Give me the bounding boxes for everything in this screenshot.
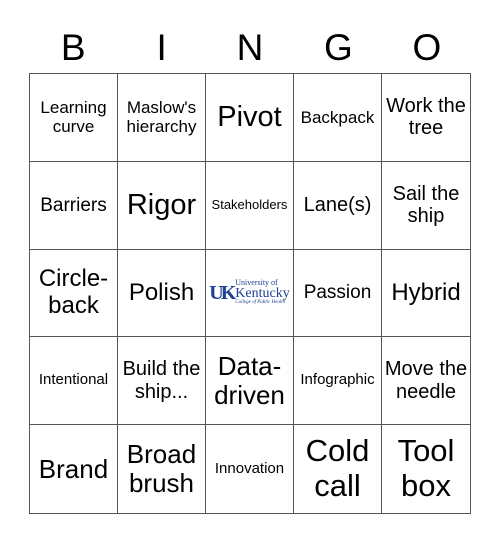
bingo-cell[interactable]: Polish <box>118 249 206 338</box>
bingo-cell[interactable]: Pivot <box>206 74 294 162</box>
bingo-cell[interactable]: Intentional <box>30 337 118 426</box>
header-letter-i: I <box>156 27 167 68</box>
header-letter-n: N <box>236 27 264 68</box>
bingo-cell[interactable]: Build the ship... <box>118 337 206 426</box>
bingo-cell[interactable]: Innovation <box>206 425 294 513</box>
bingo-header: B I N G O <box>29 26 471 70</box>
bingo-cell[interactable]: Broad brush <box>118 425 206 513</box>
bingo-cell[interactable]: Maslow's hierarchy <box>118 74 206 162</box>
bingo-cell[interactable]: Cold call <box>294 425 382 513</box>
bingo-cell[interactable]: Tool box <box>382 425 470 513</box>
bingo-cell[interactable]: Stakeholders <box>206 161 294 250</box>
bingo-cell[interactable]: Circle-back <box>30 249 118 338</box>
free-space[interactable]: UK University of Kentucky College of Pub… <box>206 249 294 338</box>
header-letter-g: G <box>324 27 353 68</box>
logo-line3: College of Public Health <box>235 300 286 306</box>
bingo-cell[interactable]: Lane(s) <box>294 161 382 250</box>
bingo-cell[interactable]: Backpack <box>294 74 382 162</box>
bingo-cell[interactable]: Passion <box>294 249 382 338</box>
bingo-cell[interactable]: Sail the ship <box>382 162 470 250</box>
logo-line2: Kentucky <box>235 286 290 302</box>
bingo-cell[interactable]: Work the tree <box>382 74 470 162</box>
university-logo: UK University of Kentucky College of Pub… <box>209 279 289 306</box>
header-letter-b: B <box>60 27 86 68</box>
bingo-card: Learning curve Maslow's hierarchy Pivot … <box>29 73 471 514</box>
bingo-cell[interactable]: Rigor <box>118 161 206 250</box>
bingo-cell[interactable]: Hybrid <box>382 250 470 338</box>
bingo-cell[interactable]: Barriers <box>30 161 118 250</box>
bingo-cell[interactable]: Infographic <box>294 337 382 426</box>
bingo-cell[interactable]: Data-driven <box>206 337 294 426</box>
uk-logo-icon: UK <box>209 281 236 304</box>
bingo-cell[interactable]: Learning curve <box>30 74 118 162</box>
bingo-cell[interactable]: Brand <box>30 425 118 513</box>
header-letter-o: O <box>412 27 442 68</box>
bingo-cell[interactable]: Move the needle <box>382 337 470 426</box>
